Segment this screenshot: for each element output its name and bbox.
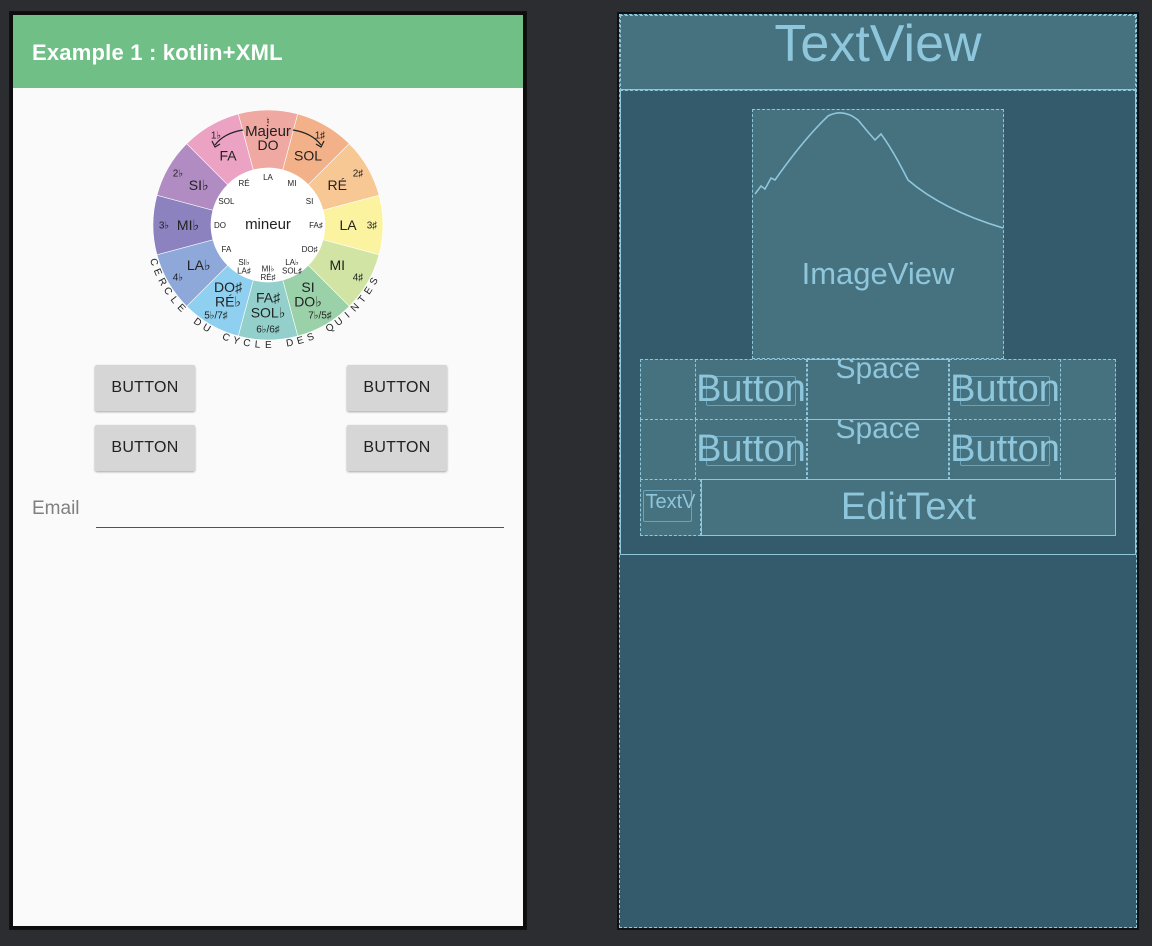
wheel-caption-letter: S [368, 276, 381, 287]
wheel-accidental-label: 7♭/5♯ [308, 311, 332, 322]
wheel-accidental-label: 2♯ [353, 169, 364, 180]
wheel-caption-letter: L [168, 295, 180, 307]
blueprint-button-label: Button [696, 368, 806, 410]
wheel-accidental-label: 4♭ [173, 273, 183, 284]
blueprint-edittext[interactable]: EditText [701, 479, 1116, 536]
wheel-caption-letter: E [175, 302, 188, 315]
blueprint-space-label: Space [835, 419, 921, 445]
wheel-accidental-label: 3♭ [159, 221, 169, 232]
image-preview-curve-icon [754, 112, 1003, 229]
wheel-key-label: FA [219, 148, 237, 164]
wheel-caption-letter: N [349, 301, 362, 314]
wheel-minor-key-label: SOL [218, 197, 235, 206]
blueprint-space-1[interactable]: Space [807, 359, 949, 420]
wheel-minor-key-label: DO♯ [302, 245, 318, 254]
wheel-minor-key-label: DO [214, 221, 226, 230]
wheel-minor-key-label: MI [288, 179, 297, 188]
blueprint-button-label: Button [950, 428, 1060, 470]
wheel-caption-letter: R [155, 276, 168, 288]
design-preview-frame: Example 1 : kotlin+XML DO ♮ SOL 1♯ RÉ 2♯ LA 3♯ M… [10, 12, 526, 929]
wheel-minor-key-label: SI [306, 197, 314, 206]
button-bottom-right[interactable]: BUTTON [347, 425, 447, 471]
wheel-key-label: LA♭ [187, 257, 211, 273]
blueprint-button-1[interactable]: Button [695, 359, 807, 420]
wheel-caption-letter: D [285, 337, 294, 349]
blueprint-preview-frame: TextView ImageView Button Space Button B… [617, 12, 1139, 930]
device-screen: Example 1 : kotlin+XML DO ♮ SOL 1♯ RÉ 2♯ LA 3♯ M… [13, 15, 523, 926]
app-title: Example 1 : kotlin+XML [32, 40, 283, 65]
blueprint-imageview[interactable]: ImageView [752, 109, 1004, 359]
email-label: Email [32, 498, 80, 519]
wheel-caption-letter: E [151, 267, 164, 278]
button-bottom-left[interactable]: BUTTON [95, 425, 195, 471]
wheel-caption-letter: D [191, 316, 203, 329]
wheel-caption-letter: I [343, 310, 352, 320]
wheel-minor-key-label: FA [222, 245, 232, 254]
wheel-minor-key-label: FA♯ [309, 221, 323, 230]
wheel-minor-key-label: RÉ [238, 179, 249, 188]
wheel-caption-letter: U [333, 316, 345, 329]
wheel-caption-letter: C [221, 331, 232, 344]
wheel-minor-key-label: SI♭ LA♯ [237, 258, 251, 275]
blueprint-textview[interactable]: TextView [620, 15, 1136, 91]
wheel-minor-key-label: MI♭ RÉ♯ [260, 265, 275, 282]
wheel-key-label: MI [330, 257, 346, 273]
wheel-accidental-label: 4♯ [353, 273, 364, 284]
blueprint-space-label: Space [835, 359, 921, 385]
blueprint-imageview-label: ImageView [801, 256, 955, 291]
blueprint-textview-label: TextView [774, 15, 982, 73]
email-field[interactable] [96, 495, 504, 528]
wheel-caption-letter: C [161, 285, 174, 297]
wheel-caption-letter: E [296, 335, 306, 347]
wheel-caption-letter: E [265, 340, 272, 351]
wheel-accidental-label: 6♭/6♯ [256, 325, 280, 336]
minor-label: mineur [245, 216, 291, 233]
wheel-key-label: DO♯ RÉ♭ [214, 279, 243, 310]
blueprint-edittext-label: EditText [840, 486, 977, 528]
wheel-key-label: MI♭ [177, 217, 199, 233]
wheel-key-label: SOL [294, 148, 322, 164]
wheel-caption-letter: C [242, 338, 251, 350]
blueprint-button-2[interactable]: Button [949, 359, 1061, 420]
circle-of-fifths-image: DO♮SOL1♯RÉ2♯LA 3♯MI4♯SI DO♭7♭/5♯FA♯ SOL♭6♭/… [148, 109, 384, 351]
wheel-minor-key-label: LA [263, 173, 273, 182]
blueprint-small-textview-label: TextV [645, 491, 696, 513]
wheel-caption-letter: L [254, 339, 261, 350]
blueprint-space-2[interactable]: Space [807, 419, 949, 480]
wheel-accidental-label: 5♭/7♯ [204, 311, 228, 322]
app-bar: Example 1 : kotlin+XML [13, 15, 523, 88]
blueprint-button-3[interactable]: Button [695, 419, 807, 480]
wheel-accidental-label: 3♯ [367, 221, 378, 232]
wheel-caption-letter: Y [232, 335, 242, 347]
blueprint-screen: TextView ImageView Button Space Button B… [619, 14, 1137, 928]
wheel-key-label: SI♭ [189, 177, 209, 193]
major-label: Majeur [245, 123, 291, 140]
wheel-key-label: RÉ [328, 177, 347, 193]
wheel-caption-letter: E [362, 285, 375, 297]
wheel-key-label: LA [339, 217, 357, 233]
wheel-caption-letter: C [148, 257, 160, 267]
blueprint-button-4[interactable]: Button [949, 419, 1061, 480]
blueprint-button-label: Button [696, 428, 806, 470]
blueprint-button-label: Button [950, 368, 1060, 410]
wheel-accidental-label: 2♭ [173, 169, 183, 180]
wheel-caption-letter: T [356, 294, 368, 306]
button-top-left[interactable]: BUTTON [95, 365, 195, 411]
button-top-right[interactable]: BUTTON [347, 365, 447, 411]
wheel-caption-letter: S [306, 331, 316, 344]
wheel-caption-letter: U [200, 322, 212, 335]
blueprint-small-textview[interactable]: TextV [640, 479, 701, 536]
